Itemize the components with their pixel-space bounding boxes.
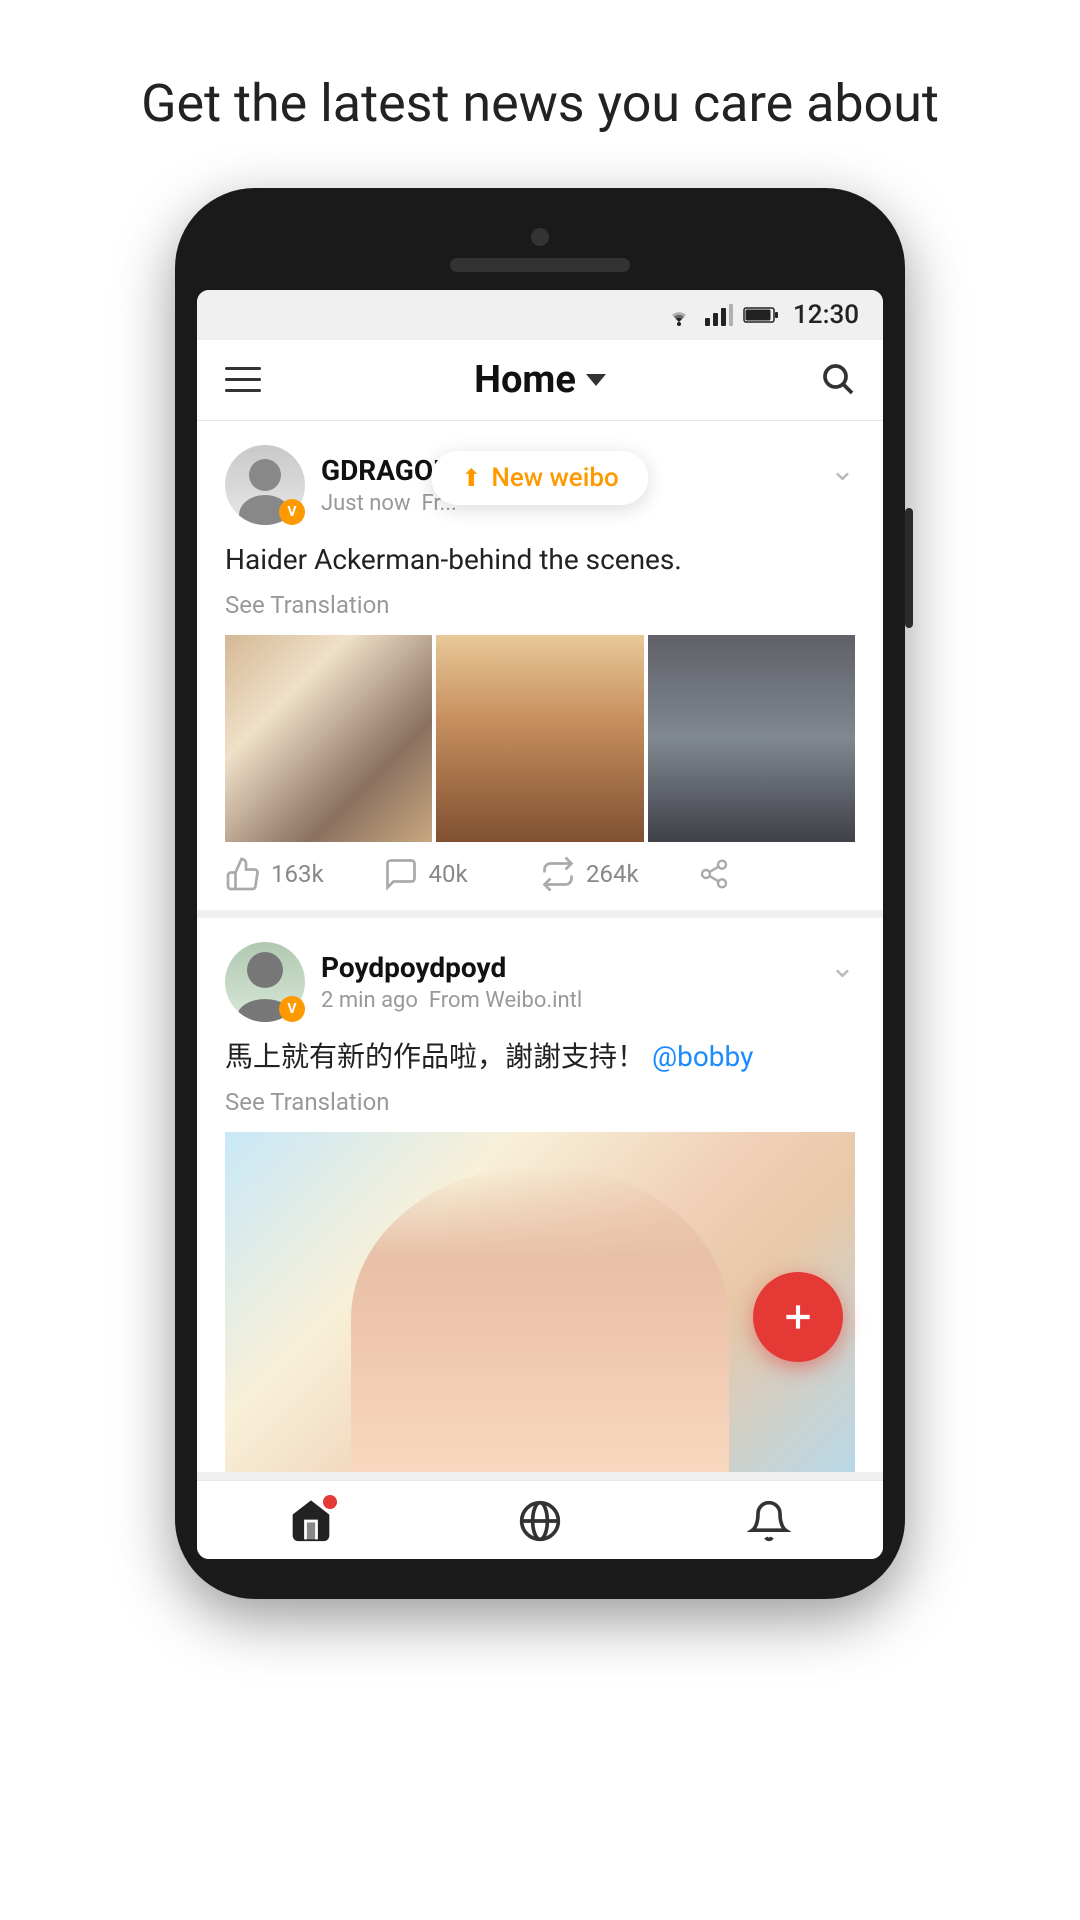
post-header-2: V Poydpoydpoyd 2 min ago From Weibo.intl…	[225, 942, 855, 1022]
username-2: Poydpoydpoyd	[321, 951, 582, 984]
feed: ⬆ New weibo V	[197, 421, 883, 1480]
vip-badge-2: V	[279, 996, 305, 1022]
nav-discover[interactable]	[518, 1499, 562, 1543]
signal-icon	[705, 304, 733, 326]
chevron-down-icon	[586, 374, 606, 386]
post-card: ⬆ New weibo V	[197, 421, 883, 918]
post-content-2: 馬上就有新的作品啦，謝謝支持！ @bobby	[225, 1036, 855, 1078]
app-header: Home	[197, 340, 883, 421]
avatar-2[interactable]: V	[225, 942, 305, 1022]
home-nav-dot	[323, 1495, 337, 1509]
menu-button[interactable]	[225, 367, 261, 392]
like-button[interactable]: 163k	[225, 856, 383, 892]
fab-button[interactable]	[753, 1272, 843, 1362]
repost-button[interactable]: 264k	[540, 856, 698, 892]
headline: Get the latest news you care about	[61, 0, 1019, 188]
post-card-2: V Poydpoydpoyd 2 min ago From Weibo.intl…	[197, 918, 883, 1480]
status-time: 12:30	[793, 300, 859, 330]
speaker	[450, 258, 630, 272]
front-camera	[531, 228, 549, 246]
bottom-nav	[197, 1480, 883, 1559]
action-bar: 163k 40k 264k	[225, 842, 855, 910]
post-image-1[interactable]	[225, 635, 432, 842]
share-button[interactable]	[698, 858, 856, 890]
chevron-down-icon-2[interactable]: ⌄	[830, 950, 855, 985]
mention[interactable]: @bobby	[652, 1040, 753, 1073]
phone-screen: 12:30 Home ⬆ New weibo	[197, 290, 883, 1559]
image-grid	[225, 635, 855, 842]
header-title[interactable]: Home	[474, 358, 606, 402]
comment-button[interactable]: 40k	[383, 856, 541, 892]
battery-icon	[743, 305, 779, 325]
nav-notifications[interactable]	[747, 1499, 791, 1543]
post-image-2[interactable]	[436, 635, 643, 842]
vip-badge: V	[279, 499, 305, 525]
toast-arrow-icon: ⬆	[461, 464, 481, 492]
post-content: Haider Ackerman-behind the scenes.	[225, 539, 855, 581]
post-time-2: 2 min ago From Weibo.intl	[321, 988, 582, 1013]
toast-text: New weibo	[491, 463, 618, 493]
post-image-3[interactable]	[648, 635, 855, 842]
status-bar: 12:30	[197, 290, 883, 340]
chevron-down-icon[interactable]: ⌄	[830, 453, 855, 488]
phone-frame: 12:30 Home ⬆ New weibo	[175, 188, 905, 1599]
search-button[interactable]	[819, 360, 855, 400]
new-weibo-toast[interactable]: ⬆ New weibo	[431, 451, 648, 505]
wifi-icon	[663, 304, 695, 326]
see-translation-button[interactable]: See Translation	[225, 591, 855, 619]
power-button[interactable]	[905, 508, 913, 628]
avatar[interactable]: V	[225, 445, 305, 525]
nav-home[interactable]	[289, 1499, 333, 1543]
see-translation-button-2[interactable]: See Translation	[225, 1088, 855, 1116]
